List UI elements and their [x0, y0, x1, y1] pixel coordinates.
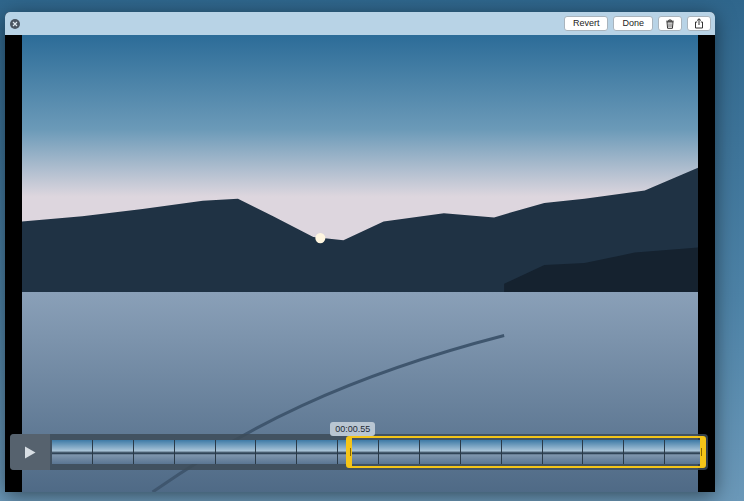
filmstrip-frame — [543, 440, 584, 464]
filmstrip-frame — [502, 440, 543, 464]
share-icon — [694, 18, 704, 29]
play-button[interactable] — [10, 434, 50, 470]
filmstrip-frame — [134, 440, 175, 464]
toolbar-button[interactable]: Done — [613, 16, 653, 31]
filmstrip-frame — [93, 440, 134, 464]
filmstrip-frame — [175, 440, 216, 464]
trim-start-handle[interactable] — [348, 438, 352, 466]
trim-controls: 00:00.55 — [10, 434, 708, 470]
filmstrip-frame — [297, 440, 338, 464]
filmstrip[interactable]: 00:00.55 — [52, 434, 706, 470]
filmstrip-frame — [338, 440, 379, 464]
time-tooltip: 00:00.55 — [330, 422, 375, 436]
filmstrip-frame — [420, 440, 461, 464]
filmstrip-frames — [52, 440, 706, 464]
filmstrip-frame — [216, 440, 257, 464]
trash-icon — [665, 19, 675, 29]
video-area: 00:00.55 — [5, 35, 715, 492]
filmstrip-frame — [256, 440, 297, 464]
title-bar: Revert Done — [5, 12, 715, 35]
filmstrip-frame — [379, 440, 420, 464]
filmstrip-frame — [583, 440, 624, 464]
close-button[interactable] — [10, 19, 20, 29]
filmstrip-frame — [461, 440, 502, 464]
delete-button[interactable] — [658, 16, 682, 31]
toolbar-button[interactable]: Revert — [564, 16, 609, 31]
filmstrip-frame — [52, 440, 93, 464]
share-button[interactable] — [687, 16, 711, 31]
trim-selection[interactable]: 00:00.55 — [346, 436, 706, 468]
filmstrip-frame — [624, 440, 665, 464]
close-icon — [12, 21, 18, 27]
toolbar: Revert Done — [564, 16, 711, 31]
trim-end-handle[interactable] — [700, 438, 704, 466]
play-icon — [24, 446, 36, 459]
editor-window: Revert Done 00:00.55 — [5, 12, 715, 492]
desktop: Revert Done 00:00.55 — [0, 0, 744, 501]
